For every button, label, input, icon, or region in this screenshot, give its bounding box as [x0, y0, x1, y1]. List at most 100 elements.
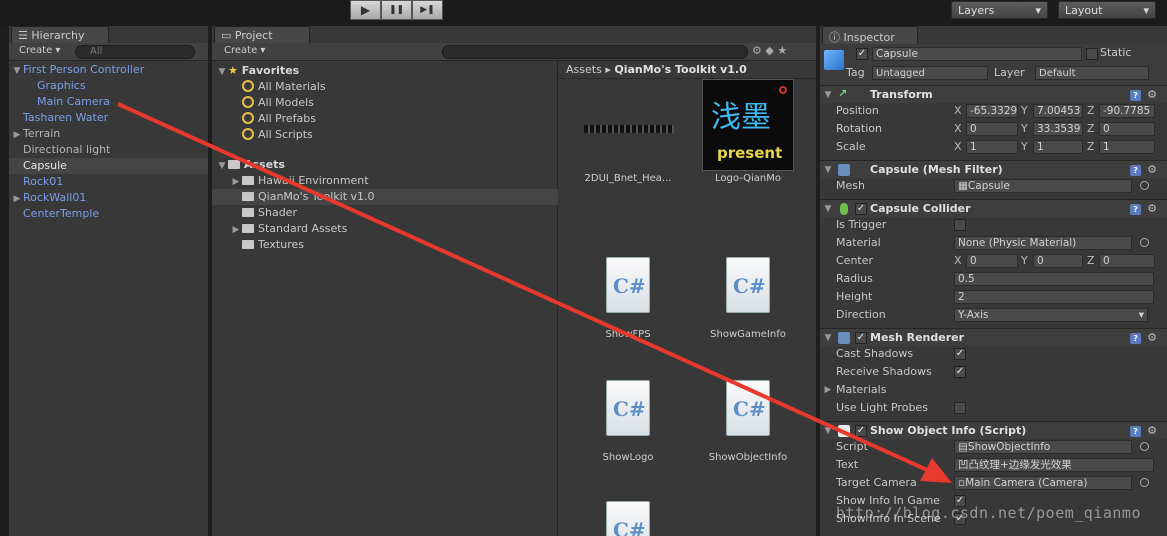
fold-arrow-icon[interactable]: ▼ — [11, 63, 23, 79]
renderer-enabled-checkbox[interactable]: ✓ — [855, 332, 867, 344]
tab-inspector[interactable]: ⓘ Inspector — [822, 26, 918, 44]
cast-shadows-checkbox[interactable]: ✓ — [954, 348, 966, 360]
asset-label: ShowLogo — [602, 452, 654, 463]
object-picker-icon[interactable] — [1140, 181, 1149, 190]
gear-icon: ⚙ — [1147, 163, 1157, 176]
layers-dropdown[interactable]: Layers ▾ — [951, 1, 1048, 19]
gameobject-cube-icon — [824, 50, 844, 70]
breadcrumb-root[interactable]: Assets — [566, 63, 602, 76]
scale-y-field[interactable]: 1 — [1033, 140, 1083, 154]
scale-z-field[interactable]: 1 — [1099, 140, 1155, 154]
rotation-y-field[interactable]: 33.3539 — [1033, 122, 1083, 136]
capsule-collider-header[interactable]: ▼ ✓ Capsule Collider ? ⚙ — [820, 199, 1167, 217]
position-z-field[interactable]: -90.7785 — [1099, 104, 1155, 118]
favorite-item[interactable]: All Materials — [242, 79, 326, 95]
tab-hierarchy[interactable]: ☰ Hierarchy — [11, 26, 109, 44]
asset-script-partial[interactable]: C# — [573, 501, 683, 536]
favorite-item[interactable]: All Scripts — [242, 127, 313, 143]
hierarchy-panel: ☰ Hierarchy Create ▾ All ▼ First Person C… — [9, 26, 208, 536]
hierarchy-item[interactable]: Graphics — [9, 78, 208, 94]
favorite-item[interactable]: All Models — [242, 95, 314, 111]
light-probes-checkbox[interactable] — [954, 402, 966, 414]
layout-dropdown[interactable]: Layout ▾ — [1058, 1, 1156, 19]
hierarchy-item[interactable]: ▼ First Person Controller — [9, 62, 208, 78]
fold-arrow-icon[interactable]: ▶ — [11, 127, 23, 143]
asset-showobjectinfo[interactable]: C# ShowObjectInfo — [693, 380, 803, 463]
target-camera-field[interactable]: ▫Main Camera (Camera) — [954, 476, 1132, 490]
csharp-script-icon: C# — [726, 257, 770, 313]
position-y-field[interactable]: 7.00453 — [1033, 104, 1083, 118]
center-z-field[interactable]: 0 — [1099, 254, 1155, 268]
collider-enabled-checkbox[interactable]: ✓ — [855, 203, 867, 215]
radius-field[interactable]: 0.5 — [954, 272, 1154, 286]
asset-logo-qianmo[interactable]: 浅墨 present Logo-QianMo — [693, 79, 803, 184]
hierarchy-item-label: Terrain — [23, 127, 61, 140]
folder-item[interactable]: ▶ Hawaii Environment — [212, 173, 558, 189]
receive-shadows-checkbox[interactable]: ✓ — [954, 366, 966, 378]
folder-item[interactable]: ▶ Standard Assets — [212, 221, 558, 237]
script-header[interactable]: ▼ ✓ Show Object Info (Script) ? ⚙ — [820, 421, 1167, 439]
hierarchy-item[interactable]: Main Camera — [9, 94, 208, 110]
hierarchy-item[interactable]: Tasharen Water — [9, 110, 208, 126]
cast-shadows-row: Cast Shadows ✓ — [820, 345, 1167, 363]
asset-2dui-bnet[interactable]: 2DUI_Bnet_Hea... — [573, 97, 683, 184]
tab-project[interactable]: ▭ Project — [214, 26, 310, 44]
play-button[interactable]: ▶ — [350, 0, 381, 20]
fold-arrow-icon[interactable]: ▶ — [11, 191, 23, 207]
folder-item[interactable]: Shader — [212, 205, 558, 221]
is-trigger-checkbox[interactable] — [954, 219, 966, 231]
project-create-dropdown[interactable]: Create ▾ — [220, 44, 269, 59]
script-field[interactable]: ▤ShowObjectInfo — [954, 440, 1132, 454]
object-picker-icon[interactable] — [1140, 478, 1149, 487]
object-name-field[interactable]: Capsule — [872, 47, 1082, 61]
direction-dropdown[interactable]: Y-Axis ▾ — [954, 308, 1148, 322]
hierarchy-item[interactable]: CenterTemple — [9, 206, 208, 222]
scale-x-field[interactable]: 1 — [966, 140, 1018, 154]
script-enabled-checkbox[interactable]: ✓ — [855, 425, 867, 437]
position-x-field[interactable]: -65.3329 — [966, 104, 1018, 118]
favorites-header[interactable]: ▼ ★ Favorites — [216, 63, 300, 79]
asset-showlogo[interactable]: C# ShowLogo — [573, 380, 683, 463]
mesh-filter-header[interactable]: ▼ Capsule (Mesh Filter) ? ⚙ — [820, 160, 1167, 178]
fold-arrow-icon[interactable]: ▶ — [230, 174, 242, 190]
filter-icons[interactable]: ⚙ ◆ ★ — [752, 44, 787, 57]
pause-button[interactable]: ❚❚ — [381, 0, 412, 20]
folder-item[interactable]: QianMo's Toolkit v1.0 — [212, 189, 558, 205]
hierarchy-item[interactable]: Capsule — [9, 158, 208, 174]
hierarchy-item[interactable]: Directional light — [9, 142, 208, 158]
asset-showgameinfo[interactable]: C# ShowGameInfo — [693, 257, 803, 340]
transform-header[interactable]: ▼ ↗ Transform ? ⚙ — [820, 85, 1167, 103]
hierarchy-item[interactable]: ▶ RockWall01 — [9, 190, 208, 206]
project-search-input[interactable] — [442, 45, 748, 59]
breadcrumb-separator: ▸ — [605, 63, 611, 76]
hierarchy-item[interactable]: Rock01 — [9, 174, 208, 190]
object-picker-icon[interactable] — [1140, 238, 1149, 247]
folder-item[interactable]: Textures — [212, 237, 558, 253]
breadcrumb-current[interactable]: QianMo's Toolkit v1.0 — [614, 63, 746, 76]
step-button[interactable]: ▶❚ — [412, 0, 443, 20]
materials-row[interactable]: ▶ Materials — [820, 381, 1167, 399]
height-field[interactable]: 2 — [954, 290, 1154, 304]
static-checkbox[interactable] — [1086, 48, 1098, 60]
assets-header[interactable]: ▼ Assets — [216, 157, 285, 173]
mesh-field[interactable]: ▦Capsule — [954, 179, 1132, 193]
hierarchy-create-dropdown[interactable]: Create ▾ — [15, 44, 64, 59]
mesh-renderer-header[interactable]: ▼ ✓ Mesh Renderer ? ⚙ — [820, 328, 1167, 346]
script-value: ShowObjectInfo — [967, 441, 1051, 453]
center-y-field[interactable]: 0 — [1033, 254, 1083, 268]
help-icon: ? — [1130, 165, 1142, 176]
rotation-z-field[interactable]: 0 — [1099, 122, 1155, 136]
layer-dropdown[interactable]: Default — [1035, 66, 1149, 80]
material-field[interactable]: None (Physic Material) — [954, 236, 1132, 250]
asset-showfps[interactable]: C# ShowFPS — [573, 257, 683, 340]
active-checkbox[interactable]: ✓ — [856, 48, 868, 60]
hierarchy-item[interactable]: ▶ Terrain — [9, 126, 208, 142]
text-field[interactable]: 凹凸纹理+边缘发光效果 — [954, 458, 1154, 472]
favorite-item[interactable]: All Prefabs — [242, 111, 316, 127]
fold-arrow-icon[interactable]: ▶ — [230, 222, 242, 238]
object-picker-icon[interactable] — [1140, 442, 1149, 451]
center-x-field[interactable]: 0 — [966, 254, 1018, 268]
rotation-x-field[interactable]: 0 — [966, 122, 1018, 136]
tag-dropdown[interactable]: Untagged — [872, 66, 988, 80]
hierarchy-search-input[interactable]: All — [75, 45, 195, 59]
